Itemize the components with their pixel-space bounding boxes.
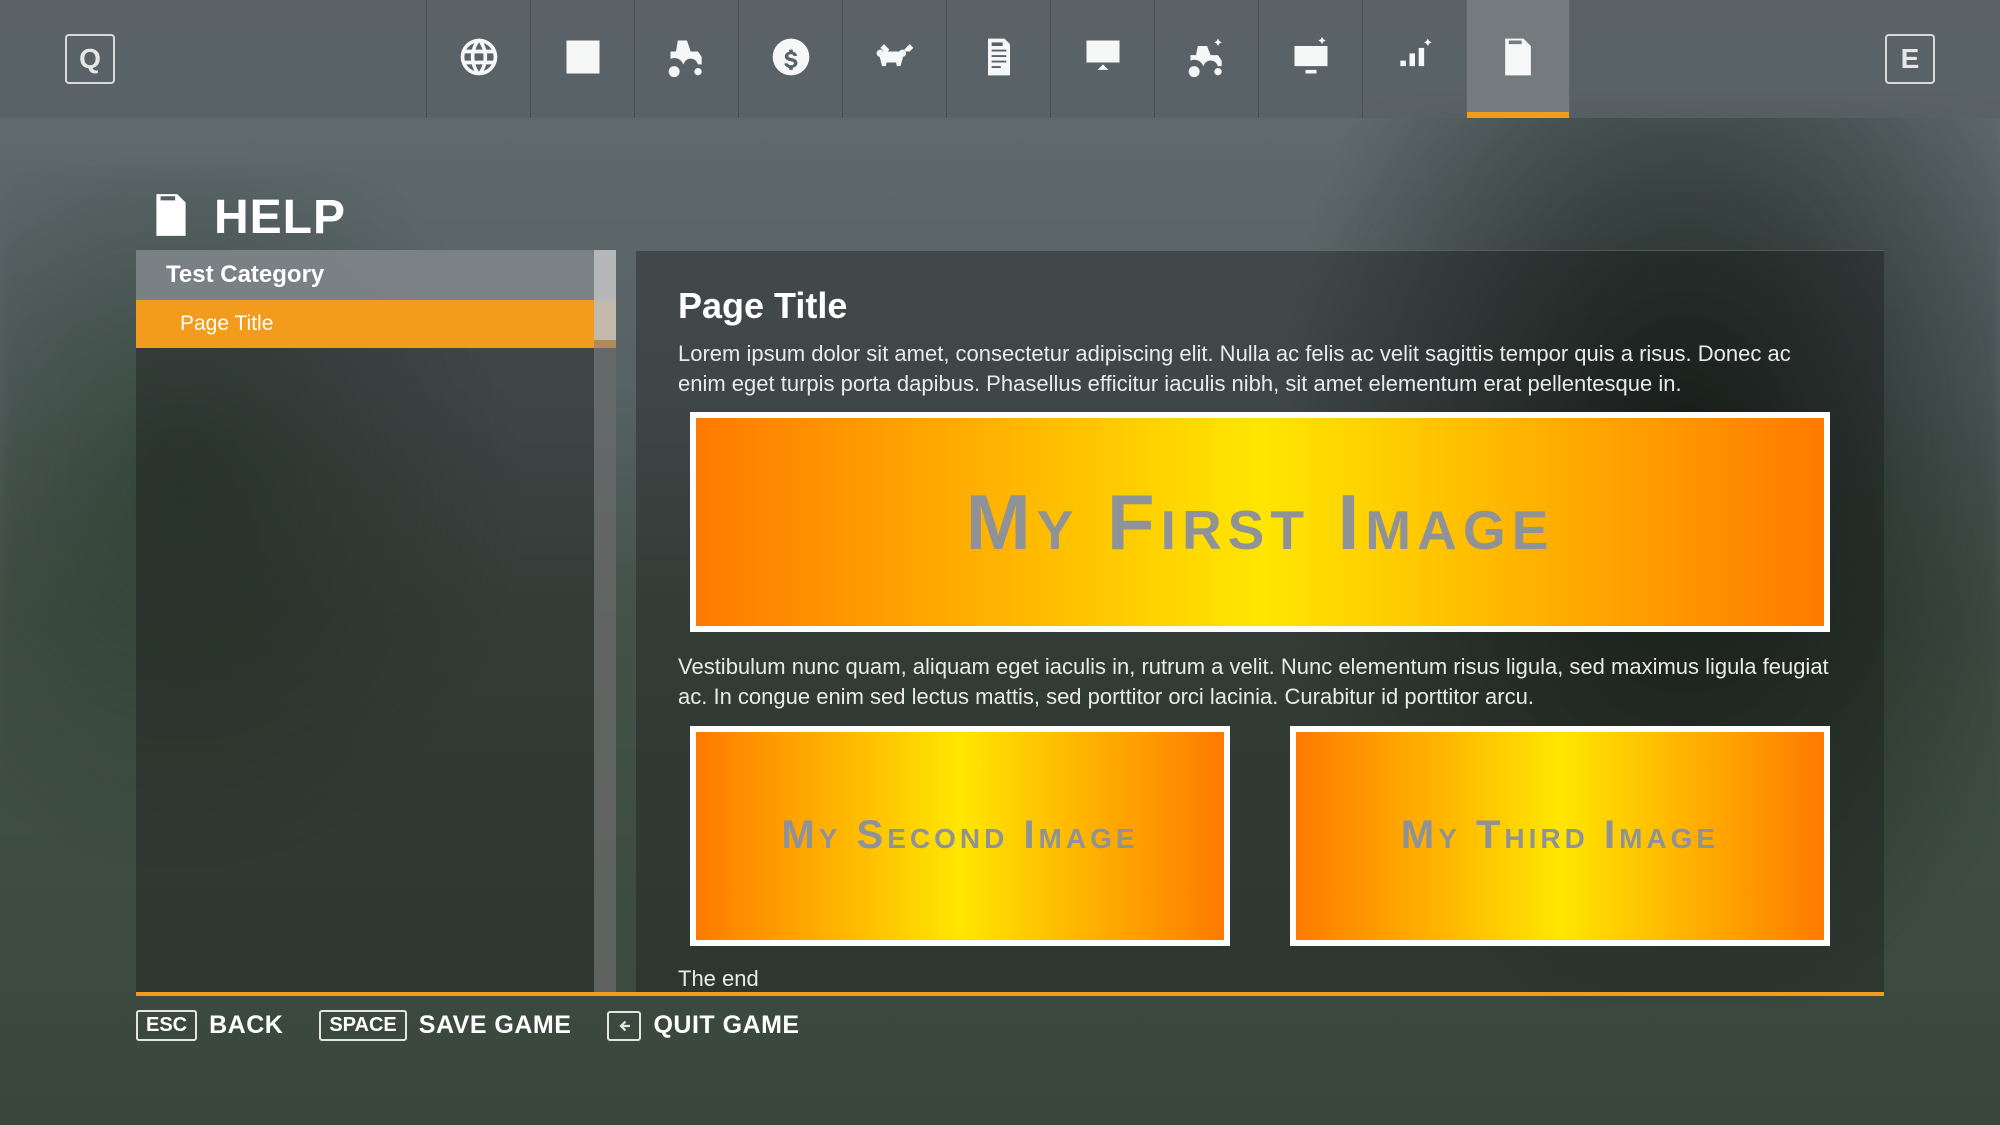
help-image-3: My Third Image — [1296, 732, 1824, 940]
help-content-panel: Page Title Lorem ipsum dolor sit amet, c… — [636, 250, 1884, 992]
presentation-icon — [1081, 35, 1125, 84]
help-image-frame-1: My First Image — [690, 412, 1830, 632]
back-key: ESC — [136, 1010, 197, 1041]
content-paragraph-3: The end — [678, 964, 1842, 994]
tab-strip — [426, 0, 1570, 118]
tab-tutorial[interactable] — [1050, 0, 1154, 118]
prev-tab-key[interactable]: Q — [65, 34, 115, 84]
help-doc-icon — [1496, 35, 1540, 84]
sidebar-scrollbar-thumb[interactable] — [594, 250, 616, 340]
chart-icon — [561, 35, 605, 84]
quit-key — [607, 1011, 641, 1041]
back-label: BACK — [209, 1011, 283, 1040]
sidebar-item-page-title[interactable]: Page Title — [136, 300, 616, 348]
tractor-icon — [665, 35, 709, 84]
tab-animals[interactable] — [842, 0, 946, 118]
content-paragraph-1: Lorem ipsum dolor sit amet, consectetur … — [678, 339, 1842, 398]
tractor-gear-icon — [1185, 35, 1229, 84]
tab-general-settings[interactable] — [1362, 0, 1466, 118]
quit-game-button[interactable]: QUIT GAME — [607, 1011, 799, 1041]
tab-contracts[interactable] — [946, 0, 1050, 118]
monitor-gear-icon — [1289, 35, 1333, 84]
tab-game-settings[interactable] — [1258, 0, 1362, 118]
help-image-frame-3: My Third Image — [1290, 726, 1830, 946]
globe-icon — [457, 35, 501, 84]
sidebar-item-label: Page Title — [180, 312, 273, 336]
page-title: HELP — [214, 190, 346, 245]
next-tab-key[interactable]: E — [1885, 34, 1935, 84]
help-image-3-label: My Third Image — [1401, 813, 1719, 858]
document-icon — [977, 35, 1021, 84]
tab-help[interactable] — [1466, 0, 1570, 118]
help-image-1-label: My First Image — [966, 477, 1555, 568]
cow-icon — [873, 35, 917, 84]
help-image-2-label: My Second Image — [781, 813, 1138, 858]
page-header: HELP — [146, 190, 346, 245]
tab-stats[interactable] — [530, 0, 634, 118]
quit-label: QUIT GAME — [653, 1011, 799, 1040]
help-doc-icon — [146, 190, 196, 245]
help-image-1: My First Image — [696, 418, 1824, 626]
help-image-row: My Second Image My Third Image — [690, 726, 1830, 946]
tab-map[interactable] — [426, 0, 530, 118]
content-paragraph-2: Vestibulum nunc quam, aliquam eget iacul… — [678, 652, 1842, 711]
tab-vehicle-settings[interactable] — [1154, 0, 1258, 118]
sliders-gear-icon — [1393, 35, 1437, 84]
help-sidebar: Test Category Page Title — [136, 250, 616, 992]
top-tab-bar: Q E — [0, 0, 2000, 118]
footer-buttons: ESC BACK SPACE SAVE GAME QUIT GAME — [136, 1010, 800, 1041]
save-game-button[interactable]: SPACE SAVE GAME — [319, 1010, 571, 1041]
help-image-frame-2: My Second Image — [690, 726, 1230, 946]
tab-vehicles[interactable] — [634, 0, 738, 118]
dollar-icon — [769, 35, 813, 84]
save-label: SAVE GAME — [419, 1011, 572, 1040]
content-title: Page Title — [678, 285, 1842, 327]
sidebar-category-header[interactable]: Test Category — [136, 250, 616, 300]
back-button[interactable]: ESC BACK — [136, 1010, 283, 1041]
save-key: SPACE — [319, 1010, 406, 1041]
sidebar-scrollbar[interactable] — [594, 250, 616, 992]
help-image-2: My Second Image — [696, 732, 1224, 940]
accent-underline — [136, 992, 1884, 996]
tab-finance[interactable] — [738, 0, 842, 118]
